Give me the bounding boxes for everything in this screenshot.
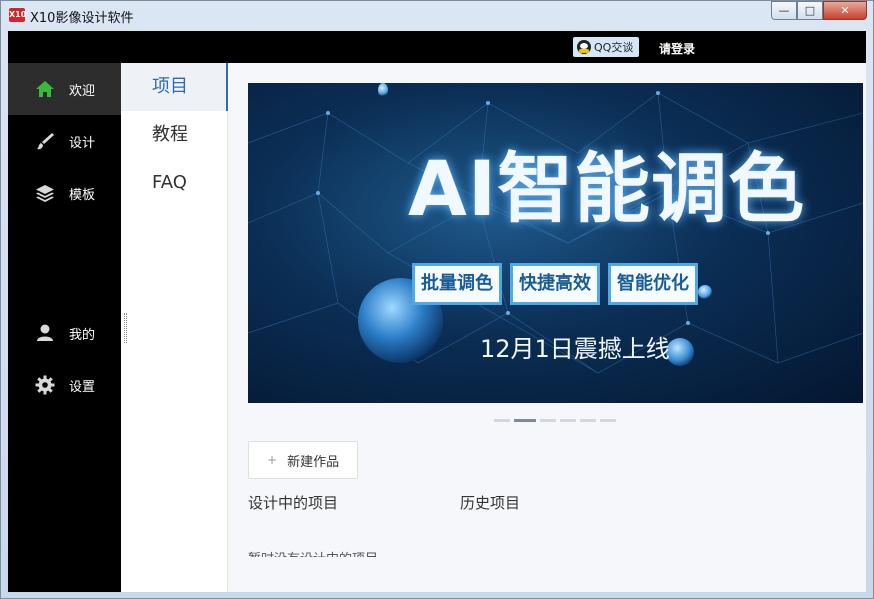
subnav-item-projects[interactable]: 项目 xyxy=(121,63,228,111)
qq-chat-button[interactable]: QQ交谈 xyxy=(573,37,640,57)
qq-penguin-icon xyxy=(577,40,591,54)
plus-icon: + xyxy=(267,453,278,467)
sidebar-item-mine[interactable]: 我的 xyxy=(8,307,121,359)
login-link[interactable]: 请登录 xyxy=(659,40,695,57)
carousel-indicators xyxy=(494,419,616,422)
home-icon xyxy=(36,81,54,97)
window-title: X10影像设计软件 xyxy=(30,11,134,26)
subnav-item-faq[interactable]: FAQ xyxy=(121,159,228,207)
sub-navigation: 项目 教程 FAQ xyxy=(121,63,228,592)
client-area: QQ交谈 请登录 欢迎 设计 模板 我的 设置 项目 教程 FAQ AI智能调色… xyxy=(8,31,866,592)
empty-state-text: 暂时没有设计中的项目 xyxy=(248,547,378,557)
carousel-dot[interactable] xyxy=(494,419,510,422)
sidebar: 欢迎 设计 模板 我的 设置 xyxy=(8,63,121,592)
sidebar-item-label: 设计 xyxy=(69,135,96,151)
main-content: AI智能调色 批量调色 快捷高效 智能优化 12月1日震撼上线 + 新建作品 设… xyxy=(228,63,866,592)
banner-tag: 批量调色 xyxy=(412,263,502,305)
carousel-dot[interactable] xyxy=(560,419,576,422)
subnav-item-tutorials[interactable]: 教程 xyxy=(121,111,228,159)
banner-title: AI智能调色 xyxy=(408,144,806,233)
close-button[interactable]: ✕ xyxy=(823,1,867,20)
sidebar-item-design[interactable]: 设计 xyxy=(8,115,121,167)
carousel-dot[interactable] xyxy=(540,419,556,422)
sidebar-item-label: 我的 xyxy=(69,327,96,343)
sidebar-item-label: 欢迎 xyxy=(69,83,96,99)
tab-in-progress-projects[interactable]: 设计中的项目 xyxy=(248,492,338,513)
sidebar-item-label: 模板 xyxy=(69,187,96,203)
tab-history-projects[interactable]: 历史项目 xyxy=(460,492,520,513)
sidebar-item-label: 设置 xyxy=(69,379,96,395)
new-work-button[interactable]: + 新建作品 xyxy=(248,441,358,479)
title-bar[interactable]: X10 X10影像设计软件 — □ ✕ xyxy=(1,1,873,31)
layers-icon xyxy=(36,185,54,202)
glow-orb xyxy=(378,83,388,97)
carousel-dot[interactable] xyxy=(600,419,616,422)
gear-icon xyxy=(35,375,55,395)
window-controls: — □ ✕ xyxy=(771,1,867,21)
panel-resize-grip[interactable] xyxy=(124,313,127,343)
glow-orb xyxy=(666,338,694,366)
top-bar: QQ交谈 请登录 xyxy=(8,31,866,63)
sidebar-item-welcome[interactable]: 欢迎 xyxy=(8,63,121,115)
brush-icon xyxy=(37,133,54,150)
banner-tags: 批量调色 快捷高效 智能优化 xyxy=(412,263,698,305)
banner-launch-date: 12月1日震撼上线 xyxy=(480,335,670,363)
carousel-dot-active[interactable] xyxy=(514,419,536,422)
maximize-button[interactable]: □ xyxy=(797,1,823,20)
carousel-dot[interactable] xyxy=(580,419,596,422)
qq-chat-label: QQ交谈 xyxy=(594,41,634,54)
minimize-button[interactable]: — xyxy=(771,1,797,20)
glow-orb xyxy=(698,285,712,299)
sidebar-item-templates[interactable]: 模板 xyxy=(8,167,121,219)
banner-tag: 智能优化 xyxy=(608,263,698,305)
app-window: X10 X10影像设计软件 — □ ✕ QQ交谈 请登录 欢迎 设计 模板 我的… xyxy=(0,0,874,599)
promo-banner[interactable]: AI智能调色 批量调色 快捷高效 智能优化 12月1日震撼上线 xyxy=(248,83,863,403)
new-work-label: 新建作品 xyxy=(287,454,340,470)
banner-tag: 快捷高效 xyxy=(510,263,600,305)
sidebar-item-settings[interactable]: 设置 xyxy=(8,359,121,411)
app-logo: X10 xyxy=(9,8,26,22)
user-icon xyxy=(37,324,53,341)
